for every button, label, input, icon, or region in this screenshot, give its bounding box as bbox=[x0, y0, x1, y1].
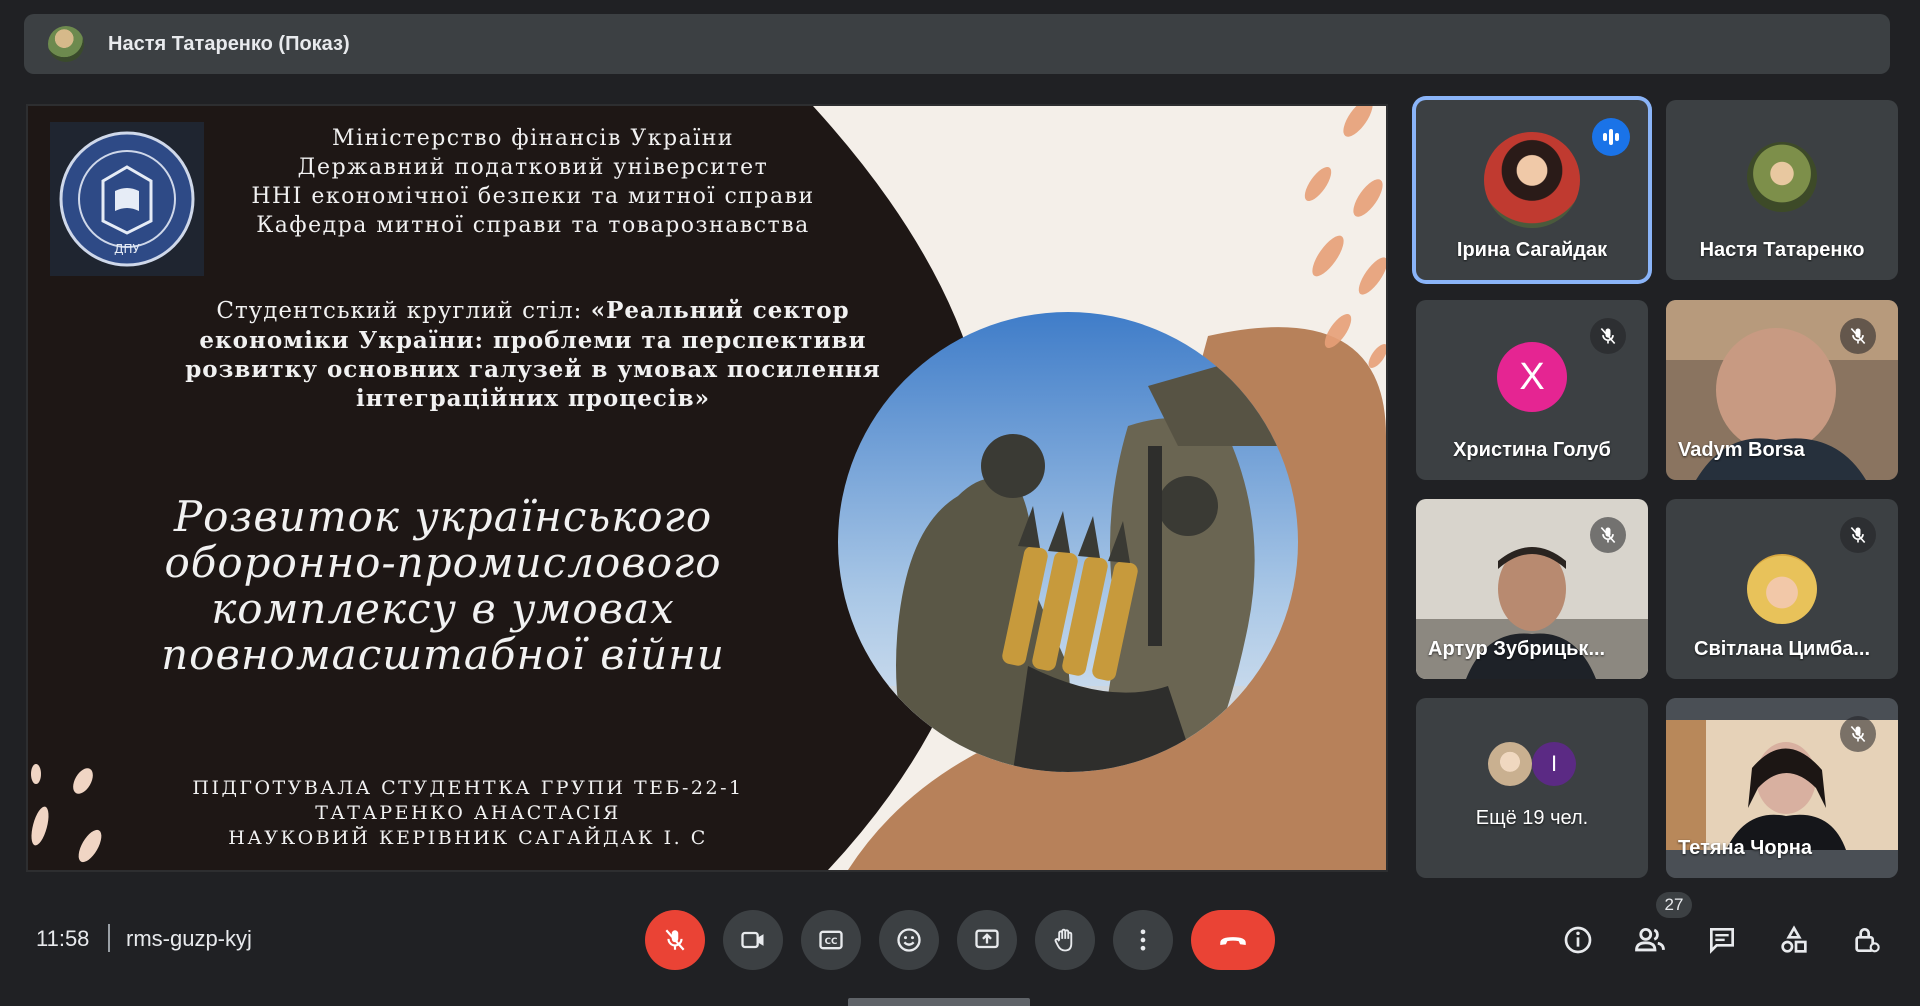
mic-off-icon bbox=[1590, 517, 1626, 553]
slide-main-title: Розвиток українського оборонно-промислов… bbox=[161, 492, 725, 679]
participant-count-badge: 27 bbox=[1656, 892, 1692, 918]
raise-hand-button[interactable] bbox=[1035, 910, 1095, 970]
presenter-bar: Настя Татаренко (Показ) bbox=[24, 14, 1890, 74]
bottom-handle bbox=[848, 998, 1030, 1006]
captions-icon: CC bbox=[819, 930, 843, 950]
participant-tile[interactable]: Світлана Цимба... bbox=[1666, 499, 1898, 679]
presenter-title: Настя Татаренко (Показ) bbox=[108, 32, 350, 55]
participant-initial-avatar: І bbox=[1532, 742, 1576, 786]
participant-initial-avatar: Х bbox=[1497, 342, 1567, 412]
participant-name: Тетяна Чорна bbox=[1678, 837, 1812, 859]
host-controls-icon bbox=[1855, 928, 1880, 953]
captions-button[interactable]: CC bbox=[801, 910, 861, 970]
slide-credits: ПІДГОТУВАЛА СТУДЕНТКА ГРУПИ ТЕБ-22-1 ТАТ… bbox=[168, 776, 768, 851]
mic-off-icon bbox=[665, 929, 685, 951]
roundtable-lead: Студентський круглий стіл: bbox=[216, 298, 591, 324]
svg-text:ДПУ: ДПУ bbox=[114, 242, 140, 256]
svg-text:CC: CC bbox=[825, 937, 838, 947]
participant-avatar bbox=[1484, 132, 1580, 228]
raise-hand-icon bbox=[1054, 928, 1073, 952]
speaking-indicator-icon bbox=[1592, 118, 1630, 156]
reactions-button[interactable] bbox=[879, 910, 939, 970]
divider bbox=[108, 924, 110, 952]
slide-ministry-header: Міністерство фінансів України Державний … bbox=[198, 124, 868, 240]
mic-off-icon bbox=[1840, 716, 1876, 752]
university-logo: ДПУ bbox=[50, 122, 204, 276]
credits-student-group: ПІДГОТУВАЛА СТУДЕНТКА ГРУПИ ТЕБ-22-1 bbox=[192, 777, 744, 799]
info-icon bbox=[1564, 926, 1592, 954]
more-options-button[interactable] bbox=[1113, 910, 1173, 970]
chat-button[interactable] bbox=[1700, 918, 1744, 962]
hang-up-icon bbox=[1220, 937, 1246, 945]
participant-avatar bbox=[1747, 142, 1817, 212]
shared-slide: ДПУ Міністерство фінансів України Держав… bbox=[26, 104, 1388, 872]
participant-tile[interactable]: Ірина Сагайдак bbox=[1416, 100, 1648, 280]
meeting-code: rms-guzp-kyj bbox=[126, 926, 252, 951]
camera-icon bbox=[741, 931, 764, 949]
participant-name: Христина Голуб bbox=[1453, 439, 1611, 461]
participant-tile[interactable]: Х Христина Голуб bbox=[1416, 300, 1648, 480]
participant-name: Vadym Borsa bbox=[1678, 439, 1805, 461]
chat-icon bbox=[1710, 928, 1734, 954]
slide-roundtable: Студентський круглий стіл: «Реальний сек… bbox=[178, 296, 888, 413]
present-icon bbox=[975, 929, 999, 949]
participant-name: Настя Татаренко bbox=[1699, 239, 1865, 261]
people-icon bbox=[1635, 927, 1665, 952]
participant-name: Артур Зубрицьк... bbox=[1428, 638, 1606, 660]
participant-tile[interactable]: Настя Татаренко bbox=[1666, 100, 1898, 280]
department-line: Кафедра митної справи та товарознавства bbox=[256, 213, 810, 238]
more-participants-tile[interactable]: І Ещё 19 чел. bbox=[1416, 698, 1648, 878]
university-line: Державний податковий університет bbox=[297, 155, 769, 180]
ministry-line: Міністерство фінансів України bbox=[331, 126, 735, 151]
mic-toggle-button[interactable] bbox=[645, 910, 705, 970]
credits-student-name: ТАТАРЕНКО АНАСТАСІЯ bbox=[315, 802, 621, 824]
participant-name: Ірина Сагайдак bbox=[1456, 239, 1608, 261]
present-button[interactable] bbox=[957, 910, 1017, 970]
more-participants-label: Ещё 19 чел. bbox=[1475, 807, 1589, 829]
mic-off-icon bbox=[1840, 517, 1876, 553]
leave-call-button[interactable] bbox=[1191, 910, 1275, 970]
participant-tile[interactable]: Артур Зубрицьк... bbox=[1416, 499, 1648, 679]
credits-supervisor: НАУКОВИЙ КЕРІВНИК САГАЙДАК І. С bbox=[228, 827, 708, 849]
presenter-avatar bbox=[48, 26, 84, 62]
meeting-info-button[interactable] bbox=[1556, 918, 1600, 962]
host-controls-button[interactable] bbox=[1844, 918, 1888, 962]
participant-tile[interactable]: Тетяна Чорна bbox=[1666, 698, 1898, 878]
activities-button[interactable] bbox=[1772, 918, 1816, 962]
activities-icon bbox=[1781, 925, 1807, 953]
participant-avatar bbox=[1747, 554, 1817, 624]
meeting-clock: 11:58 bbox=[36, 926, 90, 951]
institute-line: ННІ економічної безпеки та митної справи bbox=[251, 184, 815, 209]
mic-off-icon bbox=[1590, 318, 1626, 354]
camera-toggle-button[interactable] bbox=[723, 910, 783, 970]
more-icon bbox=[1140, 929, 1146, 951]
people-button[interactable] bbox=[1628, 918, 1672, 962]
university-seal-icon: ДПУ bbox=[59, 131, 195, 267]
mic-off-icon bbox=[1840, 318, 1876, 354]
participant-tile[interactable]: Vadym Borsa bbox=[1666, 300, 1898, 480]
participant-name: Світлана Цимба... bbox=[1694, 638, 1870, 660]
participant-avatar bbox=[1488, 742, 1532, 786]
emoji-icon bbox=[897, 928, 921, 952]
